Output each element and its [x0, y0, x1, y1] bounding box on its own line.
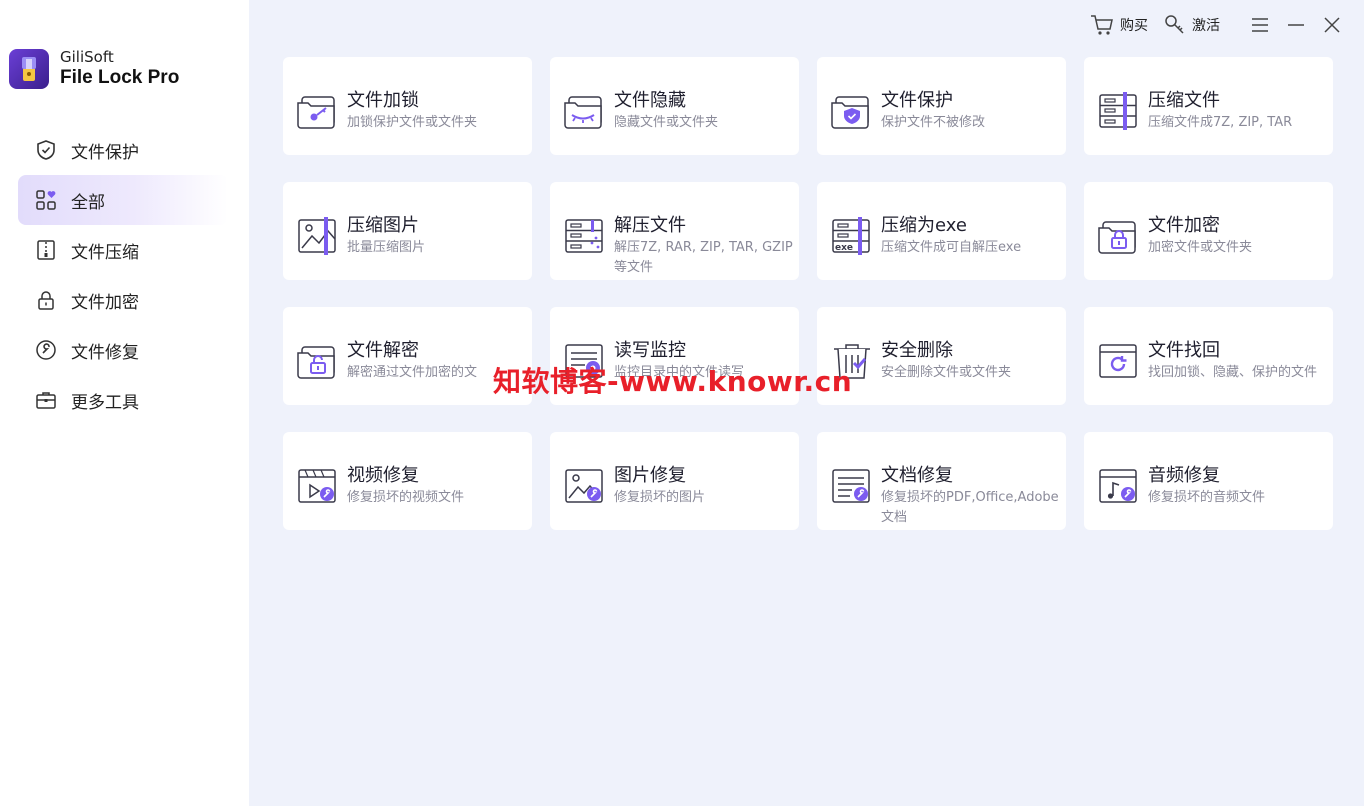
card-desc: 压缩文件成可自解压exe	[881, 240, 1022, 255]
sidebar-item-label: 文件加密	[71, 292, 139, 313]
buy-button[interactable]: 购买	[1090, 14, 1148, 36]
card-title: 读写监控	[614, 340, 686, 361]
sidebar-item-label: 文件压缩	[71, 242, 139, 263]
card-compress-image[interactable]: 压缩图片 批量压缩图片	[283, 182, 532, 280]
activate-button[interactable]: 激活	[1164, 14, 1220, 36]
cart-icon	[1091, 15, 1113, 35]
sidebar-item-label: 更多工具	[71, 392, 139, 413]
card-desc: 批量压缩图片	[347, 240, 426, 255]
card-desc: 安全删除文件或文件夹	[881, 365, 1012, 380]
card-title: 压缩为exe	[881, 215, 967, 236]
card-desc: 加锁保护文件或文件夹	[347, 115, 478, 130]
brand-title: File Lock Pro	[60, 67, 180, 88]
video-repair-icon	[296, 466, 340, 506]
document-repair-icon	[830, 466, 874, 506]
card-title: 文件解密	[347, 340, 419, 361]
card-extract-file[interactable]: 解压文件 解压7Z, RAR, ZIP, TAR, GZIP等文件	[550, 182, 799, 280]
lock-icon	[34, 288, 58, 312]
card-file-recover[interactable]: 文件找回 找回加锁、隐藏、保护的文件	[1084, 307, 1333, 405]
app-logo-icon	[9, 49, 49, 89]
folder-shield-icon	[830, 91, 874, 131]
minimize-icon	[1288, 24, 1304, 26]
sidebar-item-label: 文件修复	[71, 342, 139, 363]
toolbox-icon	[34, 388, 58, 412]
watermark-text: 知软博客-www.knowr.cn	[493, 365, 853, 398]
card-audio-repair[interactable]: 音频修复 修复损坏的音频文件	[1084, 432, 1333, 530]
buy-label: 购买	[1120, 18, 1148, 34]
card-secure-delete[interactable]: 安全删除 安全删除文件或文件夹	[817, 307, 1066, 405]
card-image-repair[interactable]: 图片修复 修复损坏的图片	[550, 432, 799, 530]
card-desc: 加密文件或文件夹	[1148, 240, 1253, 255]
card-file-lock[interactable]: 文件加锁 加锁保护文件或文件夹	[283, 57, 532, 155]
card-desc: 修复损坏的视频文件	[347, 490, 465, 505]
card-title: 安全删除	[881, 340, 953, 361]
wrench-icon	[34, 338, 58, 362]
card-file-encrypt[interactable]: 文件加密 加密文件或文件夹	[1084, 182, 1333, 280]
card-title: 文档修复	[881, 465, 953, 486]
card-desc: 解压7Z, RAR, ZIP, TAR, GZIP等文件	[614, 240, 793, 275]
grid-heart-icon	[34, 188, 58, 212]
card-title: 音频修复	[1148, 465, 1220, 486]
card-title: 解压文件	[614, 215, 686, 236]
image-repair-icon	[563, 466, 607, 506]
svg-text:exe: exe	[835, 243, 853, 253]
sidebar: GiliSoft File Lock Pro 文件保护 全部 文件压缩 文件加密…	[0, 0, 249, 806]
folder-unlock-icon	[296, 341, 340, 381]
card-title: 文件加密	[1148, 215, 1220, 236]
card-desc: 修复损坏的PDF,Office,Adobe文档	[881, 490, 1059, 525]
activate-label: 激活	[1192, 18, 1220, 34]
card-compress-file[interactable]: 压缩文件 压缩文件成7Z, ZIP, TAR	[1084, 57, 1333, 155]
image-compress-icon	[296, 216, 340, 256]
sidebar-item-compress[interactable]: 文件压缩	[18, 225, 228, 275]
card-title: 压缩文件	[1148, 90, 1220, 111]
card-compress-exe[interactable]: exe 压缩为exe 压缩文件成可自解压exe	[817, 182, 1066, 280]
sidebar-item-file-protect[interactable]: 文件保护	[18, 125, 228, 175]
card-desc: 隐藏文件或文件夹	[614, 115, 719, 130]
card-desc: 找回加锁、隐藏、保护的文件	[1148, 365, 1318, 380]
folder-key-icon	[296, 91, 340, 131]
folder-lock-icon	[1097, 216, 1141, 256]
card-document-repair[interactable]: 文档修复 修复损坏的PDF,Office,Adobe文档	[817, 432, 1066, 530]
card-desc: 修复损坏的音频文件	[1148, 490, 1266, 505]
card-title: 文件保护	[881, 90, 953, 111]
extract-archive-icon	[563, 216, 607, 256]
sidebar-item-label: 文件保护	[71, 142, 139, 163]
zip-file-icon	[34, 238, 58, 262]
card-desc: 修复损坏的图片	[614, 490, 706, 505]
card-video-repair[interactable]: 视频修复 修复损坏的视频文件	[283, 432, 532, 530]
window-restore-icon	[1097, 341, 1141, 381]
minimize-button[interactable]	[1284, 13, 1308, 37]
card-title: 压缩图片	[347, 215, 419, 236]
sidebar-item-more-tools[interactable]: 更多工具	[18, 375, 228, 425]
card-file-hide[interactable]: 文件隐藏 隐藏文件或文件夹	[550, 57, 799, 155]
close-button[interactable]	[1320, 13, 1344, 37]
brand: GiliSoft File Lock Pro	[9, 48, 179, 90]
brand-subtitle: GiliSoft	[60, 48, 114, 66]
card-desc: 保护文件不被修改	[881, 115, 986, 130]
card-file-protect[interactable]: 文件保护 保护文件不被修改	[817, 57, 1066, 155]
card-title: 图片修复	[614, 465, 686, 486]
exe-archive-icon: exe	[830, 216, 874, 256]
card-desc: 压缩文件成7Z, ZIP, TAR	[1148, 115, 1293, 130]
title-bar: 购买 激活	[1090, 13, 1344, 37]
shield-check-icon	[34, 138, 58, 162]
card-title: 文件加锁	[347, 90, 419, 111]
card-title: 视频修复	[347, 465, 419, 486]
archive-icon	[1097, 91, 1141, 131]
card-title: 文件找回	[1148, 340, 1220, 361]
folder-hidden-eye-icon	[563, 91, 607, 131]
hamburger-icon	[1252, 18, 1268, 32]
sidebar-item-label: 全部	[71, 192, 105, 213]
key-icon	[1165, 15, 1184, 34]
audio-repair-icon	[1097, 466, 1141, 506]
sidebar-item-encrypt[interactable]: 文件加密	[18, 275, 228, 325]
close-icon	[1324, 17, 1340, 33]
card-title: 文件隐藏	[614, 90, 686, 111]
sidebar-item-all[interactable]: 全部	[18, 175, 228, 225]
sidebar-nav: 文件保护 全部 文件压缩 文件加密 文件修复 更多工具	[18, 125, 228, 425]
menu-button[interactable]	[1248, 13, 1272, 37]
sidebar-item-repair[interactable]: 文件修复	[18, 325, 228, 375]
